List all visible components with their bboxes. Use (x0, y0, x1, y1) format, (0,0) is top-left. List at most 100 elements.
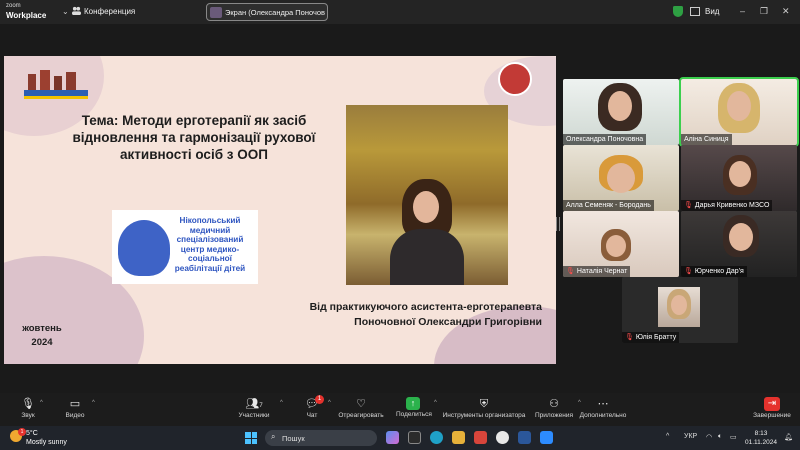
more-label: Дополнительно (579, 412, 627, 419)
video-label: Видео (65, 412, 85, 419)
participant-name-bar: Алла Семеняк - Бородань (563, 200, 654, 211)
author-block: Від практикуючого асистента-ерготерапевт… (244, 300, 542, 330)
participant-tile[interactable]: 🎙︎ Юрченко Дар'я (681, 211, 797, 277)
task-view-icon[interactable] (408, 431, 421, 444)
language-indicator[interactable]: УКР (684, 433, 697, 440)
word-icon[interactable] (518, 431, 531, 444)
participant-tile[interactable]: Олександра Поночовна (563, 79, 679, 145)
participants-button[interactable]: 👥︎7 Участники ^ (236, 397, 282, 420)
heart-icon: ♡ (356, 398, 366, 410)
shield-icon[interactable] (673, 6, 683, 17)
organization-logo (498, 62, 532, 96)
video-button[interactable]: ▭ Видео ^ (62, 397, 95, 420)
participant-name: Юрченко Дар'я (694, 268, 744, 275)
date-year: 2024 (31, 337, 53, 348)
notifications-bell-icon[interactable]: 🔔︎ (784, 433, 793, 441)
chevron-up-icon[interactable]: ^ (40, 400, 43, 406)
taskbar-clock[interactable]: 8:13 01.11.2024 (744, 429, 778, 447)
chevron-up-icon[interactable]: ^ (666, 433, 669, 440)
participants-label: Участники (238, 412, 270, 419)
participant-name: Алла Семеняк - Бородань (566, 202, 651, 209)
file-explorer-icon[interactable] (452, 431, 465, 444)
participant-face (729, 161, 751, 187)
shared-screen-slide: Тема: Методи ерготерапії як засіб віднов… (4, 56, 556, 364)
weather-badge: 1 (18, 428, 26, 436)
screen-share-pill[interactable]: Экран (Олександра Поночовна) (206, 3, 328, 21)
participant-face (607, 163, 635, 193)
view-button[interactable]: Вид (705, 7, 719, 16)
more-button[interactable]: ⋯ Дополнительно (578, 397, 628, 420)
copilot-icon[interactable] (386, 431, 399, 444)
clock-date: 01.11.2024 (744, 439, 778, 446)
wifi-icon[interactable]: ◠ (706, 433, 712, 441)
date-block: жовтень 2024 (12, 322, 72, 350)
title-bar: zoom Workplace ⌄ Конференция Экран (Олек… (0, 0, 800, 24)
react-label: Отреагировать (338, 412, 384, 419)
chat-badge: 1 (315, 395, 324, 404)
photo-person-face (413, 191, 439, 223)
chat-button[interactable]: 💬︎ 1 Чат ^ (304, 395, 331, 420)
weather-desc: Mostly sunny (26, 439, 67, 446)
exit-icon: ⇥ (764, 397, 780, 411)
weather-temp: 5°C (26, 430, 38, 437)
taskbar-search[interactable]: ⌕ Пошук (265, 430, 377, 446)
participant-tile-active[interactable]: Аліна Синиця (679, 77, 799, 147)
mic-muted-icon: 🎙︎ (684, 268, 693, 275)
conference-label[interactable]: Конференция (84, 7, 135, 16)
share-button[interactable]: ↑ Поделиться ^ (396, 397, 437, 419)
react-button[interactable]: ♡ Отреагировать (338, 397, 384, 420)
author-line-2: Поночовної Олександри Григорівни (354, 316, 542, 328)
chrome-icon[interactable] (496, 431, 509, 444)
windows-taskbar: 1 5°C Mostly sunny ⌕ Пошук ^ УКР ◠ 🔈︎ ▭ … (0, 426, 800, 450)
participant-name-bar: Олександра Поночовна (563, 134, 647, 145)
meeting-toolbar: 🎙︎ Звук ^ ▭ Видео ^ 👥︎7 Участники ^ 💬︎ 1… (0, 393, 800, 426)
participant-tile[interactable]: 🎙︎ Юлія Братту (622, 277, 738, 343)
close-button[interactable]: ✕ (782, 6, 790, 17)
participant-face (608, 91, 632, 121)
zoom-icon[interactable] (540, 431, 553, 444)
participant-name-bar: Аліна Синиця (681, 134, 732, 145)
apps-label: Приложения (534, 412, 574, 419)
apps-icon: ⚇ (549, 398, 559, 410)
participant-tile[interactable]: 🎙︎ Наталія Чернат (563, 211, 679, 277)
search-placeholder: Пошук (282, 434, 305, 443)
apps-button[interactable]: ⚇ Приложения ^ (534, 397, 581, 420)
participant-tile[interactable]: 🎙︎ Дарья Кривенко МЗСО (681, 145, 797, 211)
video-camera-icon: ▭ (69, 398, 81, 410)
view-grid-icon[interactable] (690, 7, 700, 16)
weather-text: 5°C Mostly sunny (26, 429, 67, 447)
participant-name-bar: 🎙︎ Наталія Чернат (563, 266, 631, 277)
chevron-up-icon[interactable]: ^ (280, 400, 283, 406)
clock-time: 8:13 (754, 430, 768, 437)
battery-icon[interactable]: ▭ (730, 433, 737, 441)
participant-avatar (658, 287, 700, 327)
share-label: Поделиться (396, 411, 432, 418)
host-tools-button[interactable]: ⛨ Инструменты организатора (442, 397, 526, 420)
chevron-up-icon[interactable]: ^ (434, 400, 437, 406)
minimize-button[interactable]: – (740, 6, 745, 16)
chevron-up-icon[interactable]: ^ (92, 400, 95, 406)
end-meeting-button[interactable]: ⇥ Завершение (752, 397, 792, 420)
author-line-1: Від практикуючого асистента-ерготерапевт… (309, 301, 542, 313)
app-icon[interactable] (474, 431, 487, 444)
participant-name: Аліна Синиця (684, 136, 729, 143)
windows-start-icon[interactable] (245, 432, 257, 444)
chevron-up-icon[interactable]: ^ (328, 400, 331, 406)
mic-muted-icon: 🎙︎ (625, 334, 634, 341)
participant-face (729, 223, 753, 251)
zoom-logo: zoom Workplace (6, 2, 46, 20)
participants-count: 7 (259, 403, 263, 409)
volume-icon[interactable]: 🔈︎ (718, 433, 722, 441)
audio-button[interactable]: 🎙︎ Звук ^ (18, 397, 43, 420)
share-up-arrow-icon: ↑ (406, 397, 420, 410)
shield-icon: ⛨ (479, 398, 489, 410)
chevron-down-icon[interactable]: ⌄ (62, 7, 69, 16)
restore-button[interactable]: ❐ (760, 6, 768, 17)
center-logo: Нікопольський медичний спеціалізований ц… (112, 210, 258, 284)
participant-name: Наталія Чернат (576, 268, 628, 275)
participant-name-bar: 🎙︎ Юрченко Дар'я (681, 266, 747, 277)
edge-icon[interactable] (430, 431, 443, 444)
panel-splitter-handle[interactable] (556, 217, 560, 231)
screen-thumbnail (210, 7, 222, 18)
participant-tile[interactable]: Алла Семеняк - Бородань (563, 145, 679, 211)
